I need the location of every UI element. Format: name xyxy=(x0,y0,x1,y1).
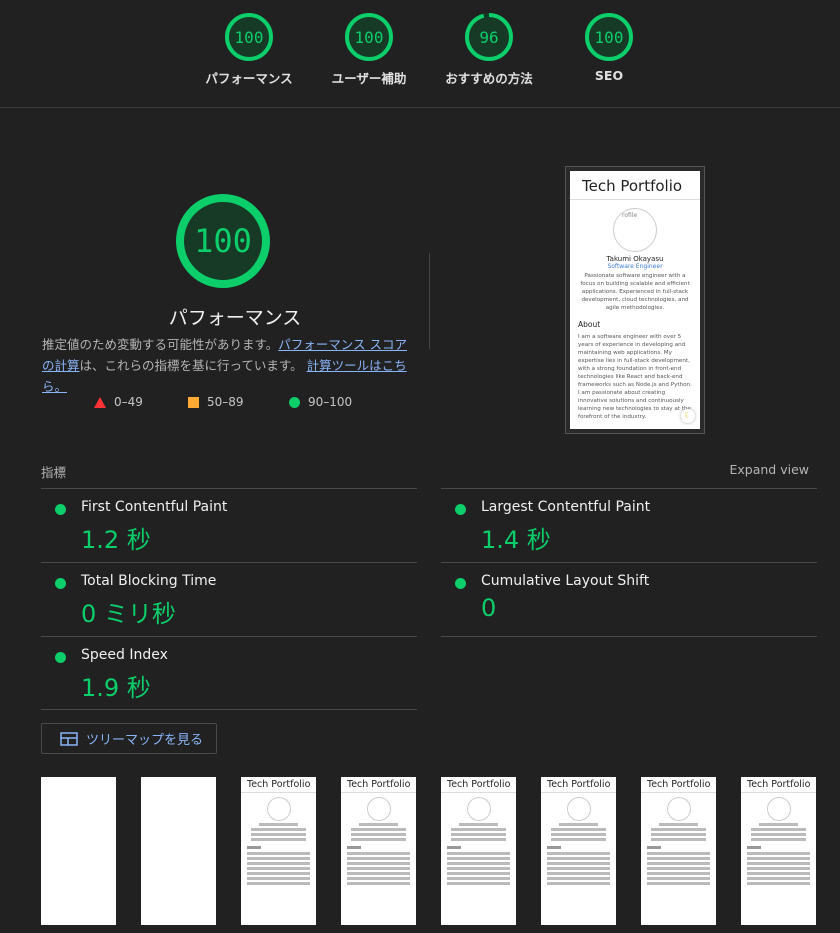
legend-range: 0–49 xyxy=(114,395,143,409)
gauge-ring: 100 xyxy=(585,13,633,61)
performance-title: パフォーマンス xyxy=(168,307,302,329)
legend-average: 50–89 xyxy=(188,395,244,409)
final-screenshot[interactable]: Tech Portfolio rofile Takumi Okayasu Sof… xyxy=(565,166,705,434)
avatar xyxy=(766,797,791,821)
performance-score: 100 xyxy=(194,222,252,260)
legend-range: 50–89 xyxy=(207,395,244,409)
triangle-icon xyxy=(94,396,106,408)
pass-circle-icon xyxy=(55,504,66,515)
gauge-label: おすすめの方法 xyxy=(445,71,533,86)
metric-speed-index: Speed Index 1.9 秒 xyxy=(41,637,417,709)
filmstrip-frame: Tech Portfolio xyxy=(441,777,516,925)
legend-fail: 0–49 xyxy=(94,395,143,409)
divider xyxy=(41,709,417,710)
circle-icon xyxy=(289,396,300,408)
avatar xyxy=(466,797,491,821)
avatar xyxy=(666,797,691,821)
frame-title: Tech Portfolio xyxy=(341,777,416,793)
pass-circle-icon xyxy=(455,578,466,589)
avatar xyxy=(566,797,591,821)
gauge-score: 96 xyxy=(479,28,498,47)
metric-name: Largest Contentful Paint xyxy=(481,499,651,515)
gauge-ring: 96 xyxy=(465,13,513,61)
about-text: I am a software engineer with over 5 yea… xyxy=(578,334,692,420)
filmstrip-frame xyxy=(41,777,116,925)
filmstrip-frame: Tech Portfolio xyxy=(641,777,716,925)
treemap-icon xyxy=(60,731,78,746)
avatar xyxy=(366,797,391,821)
filmstrip-frame: Tech Portfolio xyxy=(741,777,816,925)
expand-view-button[interactable]: Expand view xyxy=(729,462,809,477)
avatar: rofile xyxy=(613,208,657,252)
gauge-label: SEO xyxy=(594,68,624,83)
metric-cls: Cumulative Layout Shift 0 xyxy=(441,563,817,635)
score-description: 推定値のため変動する可能性があります。パフォーマンス スコアの計算は、これらの指… xyxy=(42,334,414,397)
square-icon xyxy=(188,396,199,408)
performance-score-gauge: 100 xyxy=(176,194,270,288)
avatar xyxy=(266,797,291,821)
site-title: Tech Portfolio xyxy=(570,171,700,200)
category-gauges-bar: 100 パフォーマンス 100 ユーザー補助 96 おすすめの方法 100 SE… xyxy=(0,0,840,108)
metrics-heading: 指標 xyxy=(41,465,67,480)
filmstrip-frame xyxy=(141,777,216,925)
pass-circle-icon xyxy=(55,578,66,589)
filmstrip-frame: Tech Portfolio xyxy=(541,777,616,925)
profile-name: Takumi Okayasu xyxy=(606,255,664,263)
treemap-button-label: ツリーマップを見る xyxy=(86,733,204,748)
metric-name: Total Blocking Time xyxy=(81,573,217,589)
desc-middle: は、これらの指標を基に行っています。 xyxy=(79,358,303,373)
score-legend: 0–49 50–89 90–100 xyxy=(94,395,374,411)
metric-name: First Contentful Paint xyxy=(81,499,228,515)
gauge-label: ユーザー補助 xyxy=(331,71,407,86)
metric-value: 1.4 秒 xyxy=(481,526,551,554)
gauge-score: 100 xyxy=(595,28,624,47)
metric-value: 0 ミリ秒 xyxy=(81,600,176,628)
gauge-performance[interactable]: 100 パフォーマンス xyxy=(189,12,309,87)
filmstrip-frame: Tech Portfolio xyxy=(241,777,316,925)
view-treemap-button[interactable]: ツリーマップを見る xyxy=(41,723,217,754)
metric-fcp: First Contentful Paint 1.2 秒 xyxy=(41,489,417,561)
gauge-ring: 100 xyxy=(225,13,273,61)
metric-name: Speed Index xyxy=(81,647,168,663)
divider xyxy=(441,636,817,637)
moon-icon: ☾ xyxy=(681,409,695,423)
screenshot-page: Tech Portfolio rofile Takumi Okayasu Sof… xyxy=(570,171,700,429)
gauge-best-practices[interactable]: 96 おすすめの方法 xyxy=(429,12,549,87)
frame-title: Tech Portfolio xyxy=(241,777,316,793)
pass-circle-icon xyxy=(455,504,466,515)
legend-pass: 90–100 xyxy=(289,395,352,409)
metric-value: 1.9 秒 xyxy=(81,674,151,702)
metric-lcp: Largest Contentful Paint 1.4 秒 xyxy=(441,489,817,561)
gauge-accessibility[interactable]: 100 ユーザー補助 xyxy=(309,12,429,87)
legend-range: 90–100 xyxy=(308,395,353,409)
frame-title: Tech Portfolio xyxy=(541,777,616,793)
profile-role: Software Engineer xyxy=(607,263,663,270)
gauge-seo[interactable]: 100 SEO xyxy=(549,12,669,83)
gauge-ring: 100 xyxy=(345,13,393,61)
pass-circle-icon xyxy=(55,652,66,663)
metric-name: Cumulative Layout Shift xyxy=(481,573,650,589)
desc-prefix: 推定値のため変動する可能性があります。 xyxy=(42,337,279,352)
gauge-score: 100 xyxy=(235,28,264,47)
gauge-label: パフォーマンス xyxy=(205,71,293,86)
frame-title: Tech Portfolio xyxy=(641,777,716,793)
filmstrip-frame: Tech Portfolio xyxy=(341,777,416,925)
frame-title: Tech Portfolio xyxy=(441,777,516,793)
about-heading: About xyxy=(578,320,601,329)
frame-title: Tech Portfolio xyxy=(741,777,816,793)
divider xyxy=(429,253,430,349)
metric-value: 1.2 秒 xyxy=(81,526,151,554)
metric-value: 0 xyxy=(481,594,497,622)
gauge-score: 100 xyxy=(355,28,384,47)
metric-tbt: Total Blocking Time 0 ミリ秒 xyxy=(41,563,417,635)
profile-bio: Passionate software engineer with a focu… xyxy=(580,273,690,311)
